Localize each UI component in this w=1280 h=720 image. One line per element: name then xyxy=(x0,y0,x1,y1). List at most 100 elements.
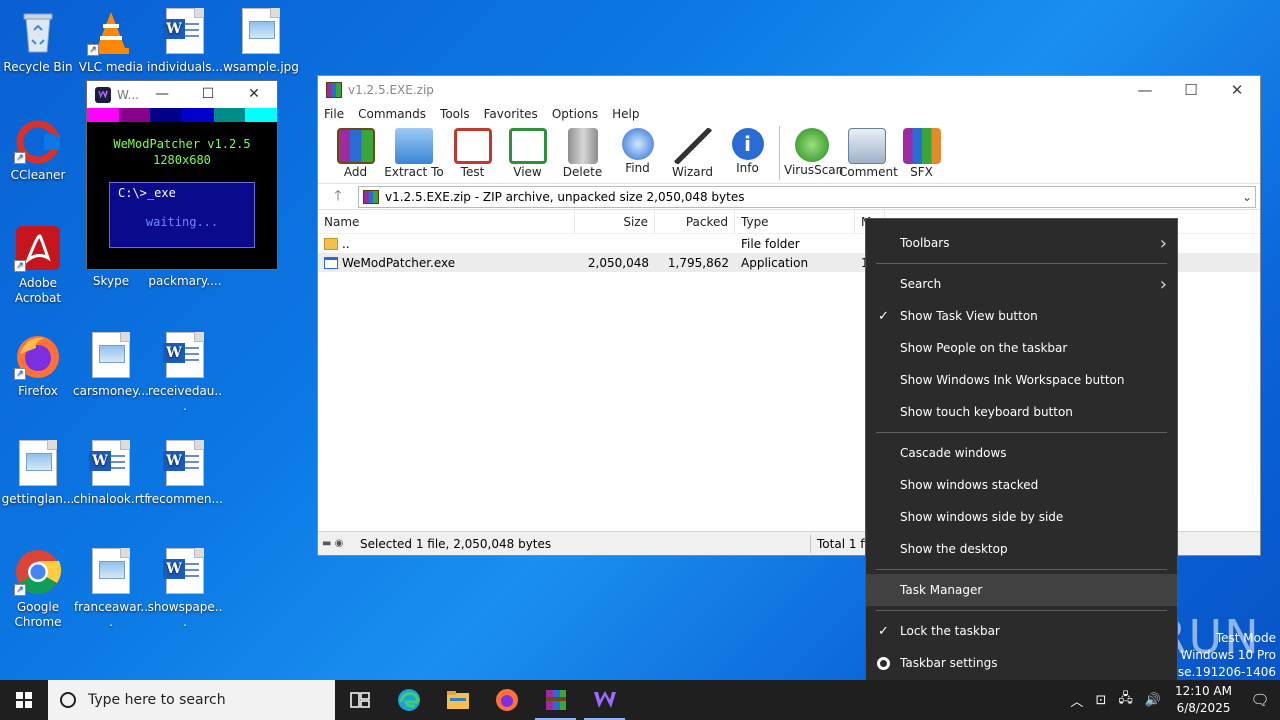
minimize-button[interactable]: — xyxy=(1122,76,1168,104)
menu-item-task-manager[interactable]: Task Manager xyxy=(866,574,1177,606)
column-size[interactable]: Size xyxy=(575,209,655,234)
wemod-patcher-window[interactable]: W... — ☐ ✕ WeModPatcher v1.2.5 1280x680 … xyxy=(86,80,278,270)
menu-item-label: Show windows stacked xyxy=(900,478,1039,492)
taskbar-winrar[interactable] xyxy=(531,680,580,720)
taskbar-wemod[interactable] xyxy=(580,680,629,720)
desktop-icon-vlc[interactable]: ↗ VLC media xyxy=(73,8,149,75)
winrar-icon xyxy=(545,690,566,710)
desktop-icon-recommen[interactable]: W recommen... xyxy=(147,440,223,507)
desktop-icon-showspape[interactable]: W showspape... xyxy=(147,548,223,630)
console-status: waiting... xyxy=(145,215,219,229)
menu-favorites[interactable]: Favorites xyxy=(484,107,538,121)
sfx-button[interactable]: SFX xyxy=(894,124,949,179)
add-button[interactable]: Add xyxy=(328,124,383,179)
tool-label: Find xyxy=(625,161,650,175)
menu-separator xyxy=(876,569,1167,570)
info-button[interactable]: i Info xyxy=(720,124,775,175)
comment-button[interactable]: Comment xyxy=(839,124,898,179)
view-button[interactable]: View xyxy=(500,124,555,179)
application-icon xyxy=(324,256,338,269)
column-name[interactable]: Name xyxy=(318,209,575,234)
taskbar-edge[interactable] xyxy=(384,680,433,720)
menu-item-cascade-windows[interactable]: Cascade windows xyxy=(866,437,1177,469)
virusscan-button[interactable]: VirusScan xyxy=(784,124,843,177)
image-file-icon xyxy=(87,548,135,596)
menu-tools[interactable]: Tools xyxy=(440,107,470,121)
address-field[interactable]: v1.2.5.EXE.zip - ZIP archive, unpacked s… xyxy=(358,185,1256,208)
wizard-button[interactable]: Wizard xyxy=(665,124,720,179)
menu-item-show-desktop[interactable]: Show the desktop xyxy=(866,533,1177,565)
menu-item-show-touch-keyboard[interactable]: Show touch keyboard button xyxy=(866,396,1177,428)
menu-commands[interactable]: Commands xyxy=(358,107,426,121)
desktop-icon-label: Firefox xyxy=(18,384,58,398)
desktop-icon-franceawar[interactable]: franceawar... xyxy=(73,548,149,630)
test-button[interactable]: Test xyxy=(445,124,500,179)
folder-icon xyxy=(324,237,338,250)
maximize-button[interactable]: ☐ xyxy=(1168,76,1214,104)
patcher-resolution-text: 1280x680 xyxy=(153,153,211,167)
column-type[interactable]: Type xyxy=(735,209,855,234)
desktop-icon-recycle-bin[interactable]: Recycle Bin xyxy=(0,8,76,75)
desktop-icon-receivedau[interactable]: W receivedau... xyxy=(147,332,223,414)
checkmark-icon: ✓ xyxy=(878,623,889,639)
extract-to-button[interactable]: Extract To xyxy=(383,124,445,179)
close-button[interactable]: ✕ xyxy=(231,81,277,108)
find-button[interactable]: Find xyxy=(610,124,665,175)
status-selection: Selected 1 file, 2,050,048 bytes xyxy=(360,536,552,551)
menu-options[interactable]: Options xyxy=(552,107,598,121)
desktop-icon-wsample[interactable]: wsample.jpg xyxy=(223,8,299,75)
up-arrow-icon[interactable]: 🡑 xyxy=(318,185,358,209)
shortcut-arrow-icon: ↗ xyxy=(14,368,26,380)
menu-item-taskbar-settings[interactable]: Taskbar settings xyxy=(866,647,1177,679)
menu-item-windows-side-by-side[interactable]: Show windows side by side xyxy=(866,501,1177,533)
menu-help[interactable]: Help xyxy=(612,107,639,121)
menu-item-label: Taskbar settings xyxy=(900,656,998,670)
volume-icon[interactable]: 🔊 xyxy=(1145,693,1161,708)
desktop-icon-carsmoney[interactable]: carsmoney... xyxy=(73,332,149,399)
chrome-icon: ↗ xyxy=(14,548,62,596)
window-titlebar[interactable]: W... — ☐ ✕ xyxy=(87,81,277,108)
tool-label: Info xyxy=(736,161,759,175)
chevron-up-icon[interactable]: ︿ xyxy=(1070,691,1083,710)
minimize-button[interactable]: — xyxy=(139,81,185,108)
desktop-icon-google-chrome[interactable]: ↗ Google Chrome xyxy=(0,548,76,630)
desktop-icon-firefox[interactable]: ↗ Firefox xyxy=(0,332,76,399)
taskbar-firefox[interactable] xyxy=(482,680,531,720)
tool-label: Comment xyxy=(839,165,898,179)
task-view-button[interactable] xyxy=(335,680,384,720)
close-button[interactable]: ✕ xyxy=(1214,76,1260,104)
network-icon[interactable]: 🖧 xyxy=(1118,689,1133,711)
clock[interactable]: 12:10 AM 6/8/2025 xyxy=(1175,683,1232,717)
desktop-icon-adobe-acrobat[interactable]: ↗ Adobe Acrobat xyxy=(0,224,76,306)
drive-icon[interactable]: ▬ ◉ xyxy=(318,538,360,549)
menu-item-search[interactable]: Search › xyxy=(866,268,1177,300)
delete-button[interactable]: Delete xyxy=(555,124,610,179)
wemod-icon xyxy=(593,691,616,708)
menu-item-lock-taskbar[interactable]: ✓ Lock the taskbar xyxy=(866,615,1177,647)
desktop-icon-chinalook[interactable]: W chinalook.rtf xyxy=(73,440,149,507)
chevron-down-icon[interactable]: ⌄ xyxy=(1239,190,1255,204)
menu-item-windows-stacked[interactable]: Show windows stacked xyxy=(866,469,1177,501)
notification-icon[interactable]: 🗨 xyxy=(1240,691,1280,709)
menu-item-show-people[interactable]: Show People on the taskbar xyxy=(866,332,1177,364)
desktop-icon-ccleaner[interactable]: ↗ CCleaner xyxy=(0,116,76,183)
start-button[interactable] xyxy=(0,680,48,720)
taskbar[interactable]: Type here to search ︿ ⊡ 🖧 🔊 12:10 AM 6/8… xyxy=(0,680,1280,720)
device-icon[interactable]: ⊡ xyxy=(1095,693,1106,708)
taskbar-search-box[interactable]: Type here to search xyxy=(48,680,335,720)
maximize-button[interactable]: ☐ xyxy=(185,81,231,108)
desktop-icon-label: wsample.jpg xyxy=(223,60,299,74)
desktop-icon-label: CCleaner xyxy=(10,168,66,182)
menu-item-show-ink-workspace[interactable]: Show Windows Ink Workspace button xyxy=(866,364,1177,396)
menu-item-toolbars[interactable]: Toolbars › xyxy=(866,227,1177,259)
desktop-icon-gettinglan[interactable]: gettinglan... xyxy=(0,440,76,507)
tool-label: Test xyxy=(460,165,485,179)
desktop-icon-individuals[interactable]: W individuals... xyxy=(147,8,223,75)
menu-item-show-task-view[interactable]: ✓ Show Task View button xyxy=(866,300,1177,332)
taskbar-file-explorer[interactable] xyxy=(433,680,482,720)
tool-label: Wizard xyxy=(672,165,713,179)
menu-file[interactable]: File xyxy=(324,107,344,121)
color-swatch xyxy=(213,108,246,122)
column-packed[interactable]: Packed xyxy=(655,209,735,234)
window-titlebar[interactable]: v1.2.5.EXE.zip — ☐ ✕ xyxy=(318,76,1260,104)
